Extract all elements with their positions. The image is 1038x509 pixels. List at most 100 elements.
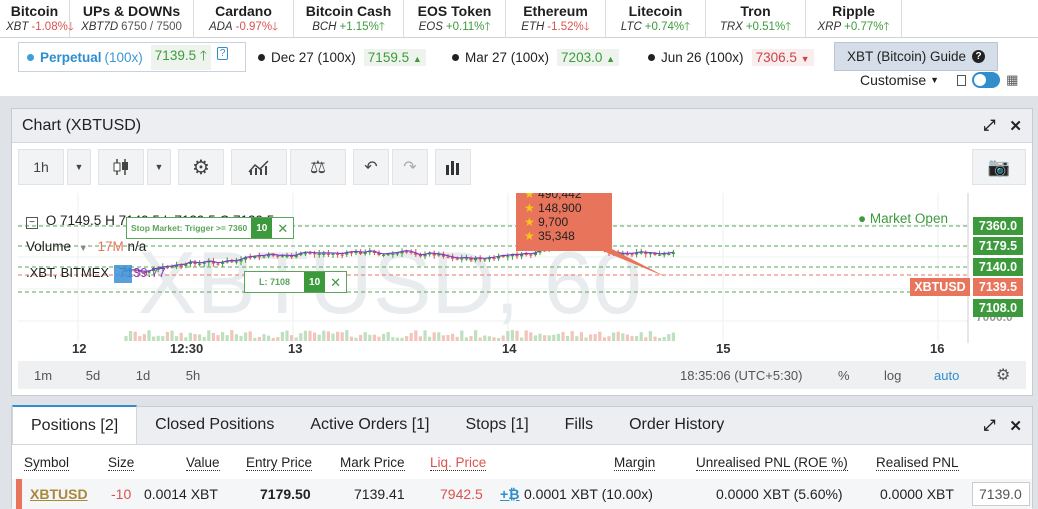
range-button[interactable]: 1d xyxy=(118,368,168,383)
range-button[interactable]: 5d xyxy=(68,368,118,383)
time-tick: 12 xyxy=(72,341,87,356)
position-symbol[interactable]: XBTUSD xyxy=(30,486,88,502)
volume-bar xyxy=(147,330,151,341)
volume-bar xyxy=(262,334,266,341)
market-status: ● Market Open xyxy=(858,211,948,226)
candle-body xyxy=(303,253,307,255)
close-icon[interactable]: ✕ xyxy=(1009,117,1022,135)
candle-body xyxy=(290,256,294,258)
customise-menu[interactable]: Customise ▼ ▦ xyxy=(860,72,1018,88)
ticker-ethereum[interactable]: Ethereum ETH -1.52%🡓 xyxy=(506,0,606,38)
tab-fills[interactable]: Fills xyxy=(547,406,611,444)
candle-body xyxy=(386,254,390,256)
range-button[interactable]: 1m xyxy=(18,368,68,383)
contract-jun[interactable]: Jun 26 (100x) 7306.5 ▼ xyxy=(648,46,814,68)
ticker-symbol: XRP xyxy=(817,21,842,33)
stop-order-label[interactable]: Stop Market: Trigger >= 7360 10 ✕ xyxy=(126,217,295,239)
tab-active-orders[interactable]: Active Orders [1] xyxy=(292,406,447,444)
ticker-eos[interactable]: EOS Token EOS +0.11%🡑 xyxy=(404,0,506,38)
close-icon[interactable]: ✕ xyxy=(1009,417,1022,435)
volume-bar xyxy=(336,331,340,341)
help-icon[interactable]: ? xyxy=(216,46,229,60)
col-margin[interactable]: Margin xyxy=(614,455,656,471)
limit-order-text: L: 7108 xyxy=(259,277,291,287)
toggle-knob xyxy=(974,74,987,86)
tab-positions[interactable]: Positions [2] xyxy=(12,405,138,444)
volume-bar xyxy=(423,330,427,341)
col-unrealised-pnl[interactable]: Unrealised PNL (ROE %) xyxy=(696,455,848,471)
volume-bar xyxy=(331,333,335,341)
volume-bar xyxy=(625,334,629,341)
contract-label: Dec 27 (100x) xyxy=(271,49,356,65)
time-tick: 12:30 xyxy=(170,341,204,356)
auto-scale-toggle[interactable]: auto xyxy=(934,368,959,383)
toggle-switch[interactable] xyxy=(972,72,1001,88)
tab-order-history[interactable]: Order History xyxy=(611,406,742,444)
grid-icon[interactable]: ▦ xyxy=(1006,72,1018,88)
bars-button[interactable] xyxy=(435,149,471,185)
ticker-ups-downs[interactable]: UPs & DOWNs XBT7D 6750 / 7500 xyxy=(70,0,194,38)
ticker-tron[interactable]: Tron TRX +0.51%🡑 xyxy=(706,0,806,38)
positions-panel: Positions [2] Closed Positions Active Or… xyxy=(11,405,1033,509)
col-entry-price[interactable]: Entry Price xyxy=(246,455,313,471)
time-tick: 14 xyxy=(502,341,517,356)
guide-button[interactable]: XBT (Bitcoin) Guide ? xyxy=(834,42,998,71)
ticker-bitcoin-cash[interactable]: Bitcoin Cash BCH +1.15%🡑 xyxy=(294,0,404,38)
add-margin-icon[interactable]: +₿ xyxy=(500,486,520,502)
undo-button[interactable]: ↶ xyxy=(353,149,389,185)
volume-bar xyxy=(621,333,625,341)
collapse-icon[interactable]: − xyxy=(26,217,38,229)
indicators-button[interactable] xyxy=(231,149,287,185)
dot-icon xyxy=(27,53,34,61)
col-mark-price[interactable]: Mark Price xyxy=(340,455,405,471)
ticker-name: Bitcoin Cash xyxy=(305,3,392,19)
limit-order-label[interactable]: L: 7108 10 ✕ xyxy=(244,271,348,293)
volume-bar xyxy=(165,331,169,341)
arrow-up-icon: 🡑 xyxy=(883,21,890,33)
col-value[interactable]: Value xyxy=(186,455,220,471)
percent-scale-toggle[interactable]: % xyxy=(838,368,850,383)
close-icon[interactable]: ✕ xyxy=(325,272,346,292)
contract-perpetual[interactable]: Perpetual (100x) 7139.5 🡑 ? xyxy=(18,42,246,72)
range-button[interactable]: 5h xyxy=(168,368,218,383)
chart-area[interactable]: XBTUSD, 60 7000.0 − O 7149.5 H 71 xyxy=(18,193,1026,343)
ticker-cardano[interactable]: Cardano ADA -0.97%🡓 xyxy=(194,0,294,38)
volume-bar xyxy=(129,330,133,341)
caret-down-icon: ▼ xyxy=(930,75,940,85)
stop-order-qty: 10 xyxy=(251,218,273,238)
contract-dec[interactable]: Dec 27 (100x) 7159.5 ▲ xyxy=(258,46,426,68)
compare-button[interactable]: ⚖ xyxy=(290,149,346,185)
gear-icon: ⚙ xyxy=(192,156,210,179)
ticker-name: Litecoin xyxy=(628,3,683,19)
ticker-ripple[interactable]: Ripple XRP +0.77%🡑 xyxy=(806,0,902,38)
tab-stops[interactable]: Stops [1] xyxy=(447,406,546,444)
candle-body xyxy=(234,261,238,263)
volume-bar xyxy=(313,332,317,341)
candle-type-dropdown[interactable]: ▼ xyxy=(147,149,171,185)
close-price-input[interactable]: 7139.0 xyxy=(972,482,1030,506)
expand-icon[interactable]: ⤢ xyxy=(983,417,995,435)
contract-price-value: 7139.5 xyxy=(154,47,197,63)
settings-button[interactable]: ⚙ xyxy=(178,149,224,185)
candle-body xyxy=(483,259,487,261)
col-size[interactable]: Size xyxy=(108,455,135,471)
col-symbol[interactable]: Symbol xyxy=(24,455,70,471)
contract-mar[interactable]: Mar 27 (100x) 7203.0 ▲ xyxy=(452,46,620,68)
expand-icon[interactable]: ⤢ xyxy=(983,117,995,135)
col-realised-pnl[interactable]: Realised PNL xyxy=(876,455,959,471)
tab-closed-positions[interactable]: Closed Positions xyxy=(137,406,292,444)
price-tag: 7140.0 xyxy=(973,258,1023,276)
snapshot-button[interactable]: 📷 xyxy=(972,149,1026,185)
interval-dropdown[interactable]: ▼ xyxy=(67,149,91,185)
candle-type-button[interactable] xyxy=(98,149,144,185)
status-dot-icon: ● xyxy=(858,211,867,226)
ticker-litecoin[interactable]: Litecoin LTC +0.74%🡑 xyxy=(606,0,706,38)
redo-button[interactable]: ↷ xyxy=(392,149,428,185)
log-scale-toggle[interactable]: log xyxy=(884,368,901,383)
gear-icon[interactable]: ⚙ xyxy=(996,365,1010,385)
col-liq-price[interactable]: Liq. Price xyxy=(430,455,487,471)
interval-button[interactable]: 1h xyxy=(18,149,64,185)
ticker-bitcoin[interactable]: Bitcoin XBT -1.08%🡓 xyxy=(0,0,74,38)
close-icon[interactable]: ✕ xyxy=(272,218,293,238)
volume-bar xyxy=(299,333,303,341)
